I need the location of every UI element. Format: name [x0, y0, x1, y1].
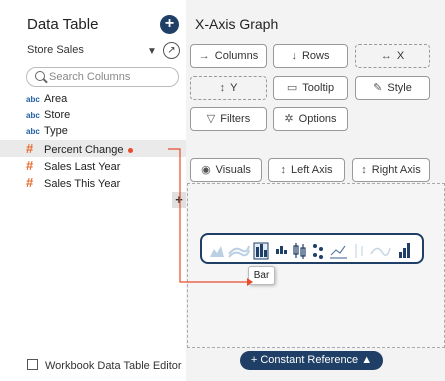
- chevron-up-icon: ▲: [358, 354, 373, 366]
- screen: Data Table + Store Sales ▼ ↗ Search Colu…: [0, 0, 445, 381]
- plus-icon: +: [250, 354, 261, 366]
- drag-connector: [168, 148, 253, 286]
- constant-reference-button[interactable]: + Constant Reference ▲: [240, 351, 383, 370]
